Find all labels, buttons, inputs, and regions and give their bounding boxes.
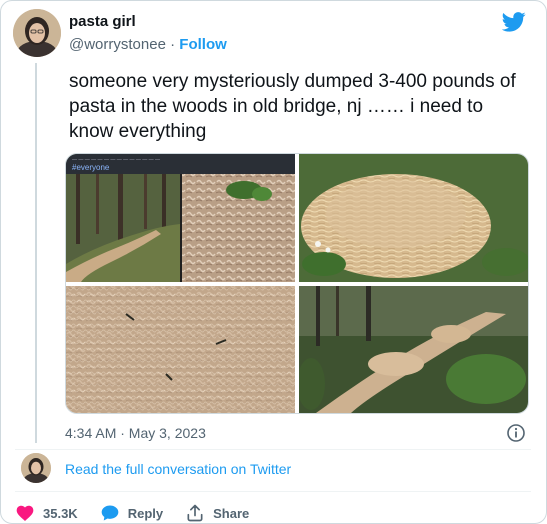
media-image-3[interactable] [66, 286, 295, 413]
info-icon[interactable] [506, 423, 526, 443]
twitter-bird-icon[interactable] [501, 11, 526, 33]
like-count: 35.3K [43, 505, 78, 521]
media-image-1[interactable]: — — — — — — — — — — — — — — #everyone [66, 154, 295, 282]
like-button[interactable]: 35.3K [15, 503, 78, 523]
reply-label: Reply [127, 505, 164, 521]
reply-bubble-icon [101, 505, 119, 521]
divider-top [15, 449, 531, 450]
reply-button[interactable]: Reply [100, 503, 163, 523]
tweet-actions: 35.3K Reply Share [15, 503, 271, 523]
media-image-4[interactable] [297, 286, 528, 413]
media-overlay-caption: #everyone [72, 163, 110, 172]
author-avatar[interactable] [13, 9, 61, 57]
author-handle[interactable]: @worrystonee [69, 36, 166, 53]
heart-icon [16, 505, 34, 521]
handle-separator: · [170, 36, 176, 53]
tweet-embed-card: pasta girl @worrystonee · Follow someone… [0, 0, 547, 524]
media-image-2[interactable] [299, 154, 528, 282]
share-label: Share [213, 505, 250, 521]
share-button[interactable]: Share [185, 503, 249, 523]
thread-line [35, 63, 37, 443]
tweet-text: someone very mysteriously dumped 3-400 p… [69, 71, 516, 142]
follow-button[interactable]: Follow [179, 36, 227, 53]
tweet-timestamp[interactable]: 4:34 AM · May 3, 2023 [65, 425, 206, 441]
divider-bottom [15, 491, 531, 492]
tweet-media-grid[interactable]: — — — — — — — — — — — — — — #everyone [65, 153, 529, 414]
read-conversation-link[interactable]: Read the full conversation on Twitter [65, 461, 291, 477]
author-avatar-small[interactable] [21, 453, 51, 483]
author-handle-row: @worrystonee · Follow [69, 36, 227, 53]
author-display-name[interactable]: pasta girl [69, 13, 136, 30]
share-icon [187, 504, 203, 522]
